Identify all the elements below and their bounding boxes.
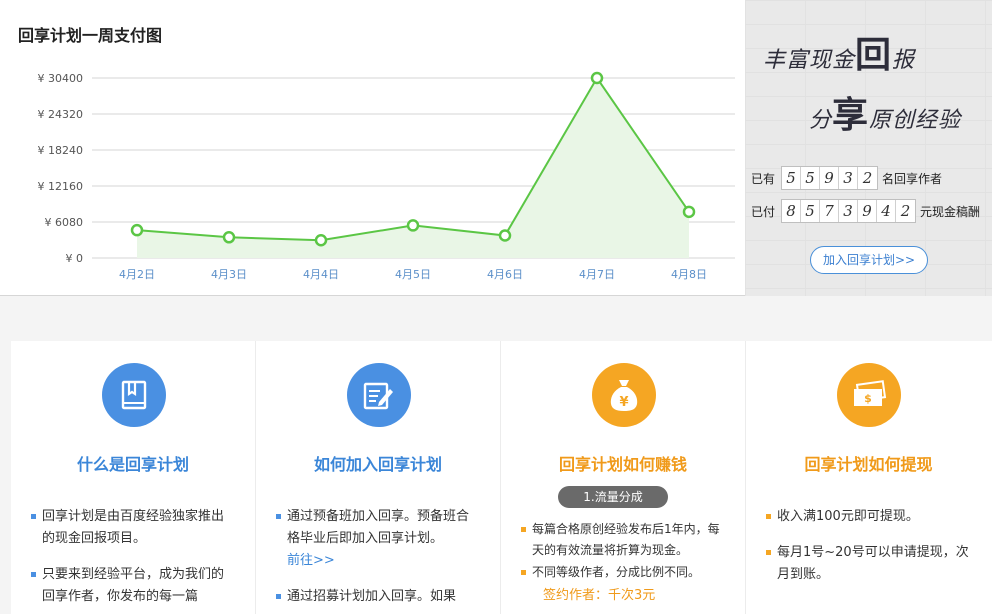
card-bullets: 每篇合格原创经验发布后1年内，每天的有效流量将折算为现金。 不同等级作者，分成比… [519, 519, 724, 584]
x-tick-label: 4月5日 [395, 268, 431, 281]
x-tick-label: 4月2日 [119, 268, 155, 281]
data-point [590, 71, 604, 85]
paid-amount-suffix: 元现金稿酬 [920, 204, 981, 219]
card-title: 什么是回享计划 [76, 455, 189, 474]
digit: 5 [801, 200, 820, 222]
list-item: 通过预备班加入回享。预备班合格毕业后即加入回享计划。 前往>> [274, 506, 479, 572]
x-tick-label: 4月7日 [579, 268, 615, 281]
card-bullets: 通过预备班加入回享。预备班合格毕业后即加入回享计划。 前往>> 通过招募计划加入回… [274, 506, 479, 614]
card-title: 回享计划如何赚钱 [558, 455, 687, 474]
slogan-logo: 丰富现金回报 分享原创经验 [763, 34, 962, 136]
author-count: 已有 5 5 9 3 2 名回享作者 [751, 166, 942, 190]
payment-chart-section: 回享计划一周支付图 ¥ 0 ¥ 6080 ¥ 12160 ¥ 18240 ¥ 24320… [0, 0, 992, 296]
svg-text:¥: ¥ [619, 395, 628, 410]
card-bullets: 收入满100元即可提现。 每月1号~20号可以申请提现，次月到账。 [764, 506, 969, 600]
list-item: 每篇合格原创经验发布后1年内，每天的有效流量将折算为现金。 [519, 519, 724, 561]
money-bag-icon: ¥ [592, 363, 656, 427]
data-point [314, 233, 328, 247]
y-tick-label: ¥ 6080 [45, 216, 84, 229]
digit: 4 [877, 200, 896, 222]
data-point [130, 223, 144, 237]
y-tick-label: ¥ 30400 [38, 72, 84, 85]
info-cards: 什么是回享计划 回享计划是由百度经验独家推出的现金回报项目。 只要来到经验平台，… [11, 341, 992, 614]
digit: 3 [839, 200, 858, 222]
author-count-prefix: 已有 [751, 171, 776, 186]
digit: 9 [858, 200, 877, 222]
data-point [222, 231, 236, 244]
digit: 2 [900, 202, 911, 220]
data-point [498, 229, 512, 242]
data-point [682, 205, 696, 219]
digit: 7 [820, 200, 839, 222]
paid-amount-digits: 8 5 7 3 9 4 2 [781, 199, 916, 223]
card-bullets: 回享计划是由百度经验独家推出的现金回报项目。 只要来到经验平台，成为我们的回享作… [29, 506, 234, 614]
x-tick-label: 4月4日 [303, 268, 339, 281]
author-count-suffix: 名回享作者 [882, 171, 943, 186]
payment-line-chart: ¥ 0 ¥ 6080 ¥ 12160 ¥ 18240 ¥ 24320 ¥ 30400 4月2… [38, 71, 735, 281]
x-tick-label: 4月8日 [671, 268, 707, 281]
card-title: 回享计划如何提现 [804, 455, 933, 474]
book-icon [102, 363, 166, 427]
list-item: 每月1号~20号可以申请提现，次月到账。 [764, 542, 969, 586]
cash-icon: $ [837, 363, 901, 427]
y-tick-label: ¥ 0 [66, 252, 84, 265]
card-what-is-plan: 什么是回享计划 回享计划是由百度经验独家推出的现金回报项目。 只要来到经验平台，… [11, 341, 256, 614]
go-link[interactable]: 前往>> [287, 553, 335, 568]
paid-amount-prefix: 已付 [751, 204, 776, 219]
signed-author-rate: 签约作者：千次3元 [543, 588, 656, 603]
data-point [406, 219, 420, 232]
digit: 9 [820, 167, 839, 189]
card-how-to-withdraw: $ 回享计划如何提现 收入满100元即可提现。 每月1号~20号可以申请提现，次… [746, 341, 991, 614]
card-how-to-join: 如何加入回享计划 通过预备班加入回享。预备班合格毕业后即加入回享计划。 前往>> … [256, 341, 501, 614]
digit: 8 [782, 200, 801, 222]
edit-icon [347, 363, 411, 427]
list-item: 只要来到经验平台，成为我们的回享作者，你发布的每一篇 [29, 564, 234, 608]
list-item: 收入满100元即可提现。 [764, 506, 969, 528]
list-item: 回享计划是由百度经验独家推出的现金回报项目。 [29, 506, 234, 550]
y-tick-label: ¥ 24320 [38, 108, 84, 121]
digit: 5 [801, 167, 820, 189]
list-item: 通过招募计划加入回享。如果 [274, 586, 479, 608]
traffic-share-badge: 1.流量分成 [558, 486, 668, 508]
list-item: 不同等级作者，分成比例不同。 [519, 562, 724, 583]
svg-text:$: $ [864, 392, 872, 405]
author-count-digits: 5 5 9 3 2 [781, 166, 878, 190]
paid-amount: 已付 8 5 7 3 9 4 2 元现金稿酬 [751, 199, 980, 223]
join-plan-button[interactable]: 加入回享计划>> [810, 246, 928, 274]
card-how-to-earn: ¥ 回享计划如何赚钱 1.流量分成 每篇合格原创经验发布后1年内，每天的有效流量… [501, 341, 746, 614]
y-tick-label: ¥ 18240 [38, 144, 84, 157]
x-tick-label: 4月6日 [487, 268, 523, 281]
cash-reward-panel: 丰富现金回报 分享原创经验 已有 5 5 9 3 2 名回享作者 已付 8 5 … [745, 0, 992, 296]
x-tick-label: 4月3日 [211, 268, 247, 281]
digit: 3 [839, 167, 858, 189]
y-tick-label: ¥ 12160 [38, 180, 84, 193]
digit: 2 [862, 169, 873, 187]
card-title: 如何加入回享计划 [313, 455, 442, 474]
digit: 5 [782, 167, 801, 189]
